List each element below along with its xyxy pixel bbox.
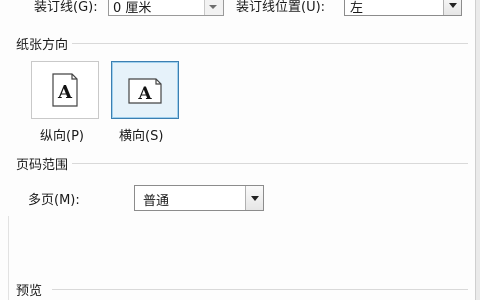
svg-text:A: A [57,82,73,103]
orientation-group-divider [72,43,468,44]
gutter-position-label: 装订线位置(U): [236,0,326,15]
spin-down-icon[interactable] [209,5,217,9]
gutter-spinbox[interactable]: 0 厘米 [108,0,224,16]
landscape-label[interactable]: 横向(S) [119,125,163,144]
gutter-position-select[interactable]: 左 [344,0,462,16]
pages-group-title: 页码范围 [16,158,69,173]
gutter-position-value: 左 [350,1,364,16]
landscape-button[interactable]: A [111,61,179,119]
page-setup-dialog: 装订线(G): 0 厘米 装订线位置(U): 左 纸张方向 A 纵向(P) A … [0,0,480,300]
preview-group-title: 预览 [16,284,43,299]
portrait-label[interactable]: 纵向(P) [40,125,84,144]
preview-group-divider [52,289,468,290]
multiple-pages-dropdown-button[interactable] [245,186,263,210]
landscape-page-icon: A [128,78,162,104]
gutter-label: 装订线(G): [34,0,98,15]
pages-group-body [8,216,473,300]
multiple-pages-value: 普通 [143,194,170,209]
gutter-position-dropdown-button[interactable] [443,0,461,15]
dialog-frame-edge [475,0,480,300]
portrait-page-icon: A [52,73,78,107]
multiple-pages-select[interactable]: 普通 [134,185,264,211]
chevron-down-icon [251,196,259,201]
orientation-group-title: 纸张方向 [16,38,69,53]
portrait-button[interactable]: A [31,61,99,119]
gutter-spin-buttons[interactable] [204,0,223,15]
pages-group-divider [72,163,468,164]
svg-text:A: A [137,84,152,104]
multiple-pages-label: 多页(M): [28,193,80,208]
gutter-value: 0 厘米 [113,1,152,16]
chevron-down-icon [449,3,457,8]
